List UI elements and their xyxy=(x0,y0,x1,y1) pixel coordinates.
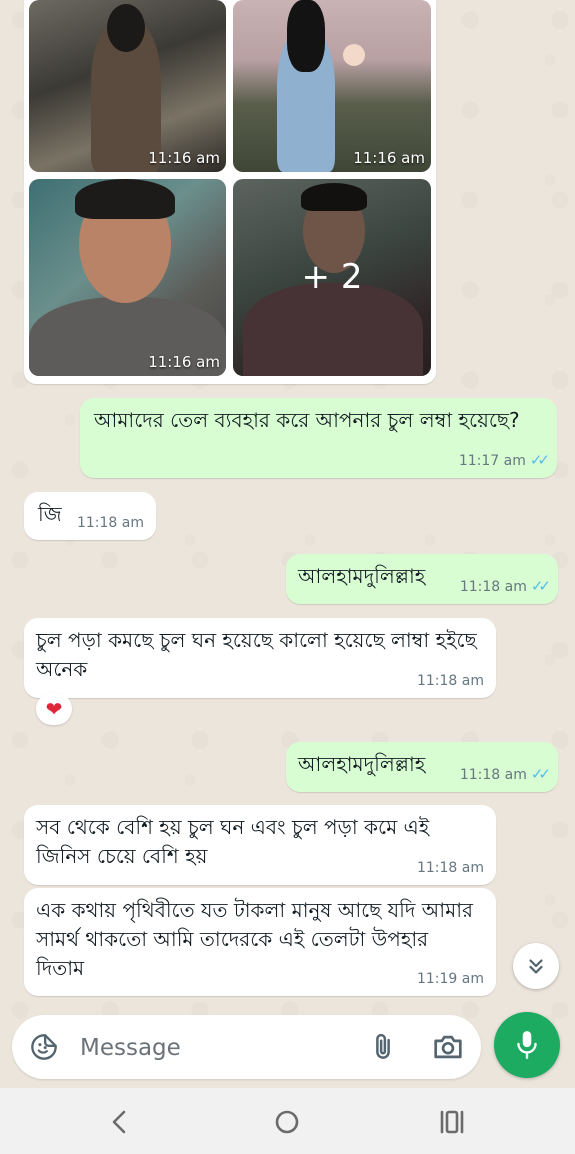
paperclip-icon[interactable] xyxy=(368,1032,398,1062)
message-meta: 11:18 am xyxy=(417,860,484,876)
back-icon[interactable] xyxy=(100,1104,140,1140)
incoming-message[interactable]: চুল পড়া কমছে চুল ঘন হয়েছে কালো হয়েছে … xyxy=(24,618,496,698)
message-meta: 11:17 am ✓✓ xyxy=(458,451,550,469)
message-text: সব থেকে বেশি হয় চুল ঘন এবং চুল পড়া কমে… xyxy=(36,815,430,868)
outgoing-message[interactable]: আলহামদুলিল্লাহ 11:18 am ✓✓ xyxy=(286,742,558,792)
image-timestamp: 11:16 am xyxy=(148,149,220,167)
image-gallery-message: 11:16 am 11:16 am 11:16 am + 2 xyxy=(24,0,436,384)
message-meta: 11:19 am xyxy=(417,971,484,987)
incoming-message[interactable]: জি 11:18 am xyxy=(24,492,156,540)
message-time: 11:19 am xyxy=(416,971,484,987)
message-text: আমাদের তেল ব্যবহার করে আপনার চুল লম্বা হ… xyxy=(94,408,520,432)
heart-reaction-icon[interactable]: ❤ xyxy=(36,693,72,725)
more-images-count: + 2 xyxy=(301,257,363,297)
chevron-double-down-icon xyxy=(529,959,543,974)
outgoing-message[interactable]: আমাদের তেল ব্যবহার করে আপনার চুল লম্বা হ… xyxy=(80,398,557,478)
home-icon[interactable] xyxy=(267,1104,307,1140)
message-time: 11:18 am xyxy=(416,673,484,689)
read-receipt-icon: ✓✓ xyxy=(530,765,551,783)
system-navigation-bar xyxy=(0,1088,575,1154)
image-timestamp: 11:16 am xyxy=(353,149,425,167)
message-text: জি xyxy=(38,502,62,526)
message-text: আলহামদুলিল্লাহ xyxy=(298,752,426,776)
message-composer xyxy=(12,1015,481,1079)
message-text: চুল পড়া কমছে চুল ঘন হয়েছে কালো হয়েছে … xyxy=(36,628,477,681)
message-meta: 11:18 am ✓✓ xyxy=(459,577,551,595)
message-text: এক কথায় পৃথিবীতে যত টাকলা মানুষ আছে যদি… xyxy=(36,898,473,980)
gallery-image-3[interactable]: 11:16 am xyxy=(29,179,226,376)
incoming-message[interactable]: সব থেকে বেশি হয় চুল ঘন এবং চুল পড়া কমে… xyxy=(24,805,496,885)
message-meta: 11:18 am xyxy=(417,673,484,689)
gallery-image-4[interactable]: + 2 xyxy=(233,179,431,376)
message-time: 11:18 am xyxy=(459,767,527,783)
incoming-message[interactable]: এক কথায় পৃথিবীতে যত টাকলা মানুষ আছে যদি… xyxy=(24,888,496,996)
read-receipt-icon: ✓✓ xyxy=(530,577,551,595)
mic-icon xyxy=(517,1031,537,1059)
message-input[interactable] xyxy=(78,1027,352,1069)
message-meta: 11:18 am xyxy=(77,515,144,531)
camera-icon[interactable] xyxy=(432,1032,464,1062)
message-meta: 11:18 am ✓✓ xyxy=(459,765,551,783)
message-time: 11:18 am xyxy=(416,860,484,876)
sticker-icon[interactable] xyxy=(30,1033,58,1061)
message-time: 11:18 am xyxy=(76,515,144,531)
recent-apps-icon[interactable] xyxy=(432,1104,472,1140)
read-receipt-icon: ✓✓ xyxy=(529,451,550,469)
mic-button[interactable] xyxy=(494,1012,560,1078)
message-text: আলহামদুলিল্লাহ xyxy=(298,564,426,588)
message-time: 11:18 am xyxy=(459,579,527,595)
image-timestamp: 11:16 am xyxy=(148,353,220,371)
outgoing-message[interactable]: আলহামদুলিল্লাহ 11:18 am ✓✓ xyxy=(286,554,558,604)
message-time: 11:17 am xyxy=(458,453,526,469)
scroll-down-button[interactable] xyxy=(513,943,559,989)
gallery-image-1[interactable]: 11:16 am xyxy=(29,0,226,172)
gallery-image-2[interactable]: 11:16 am xyxy=(233,0,431,172)
